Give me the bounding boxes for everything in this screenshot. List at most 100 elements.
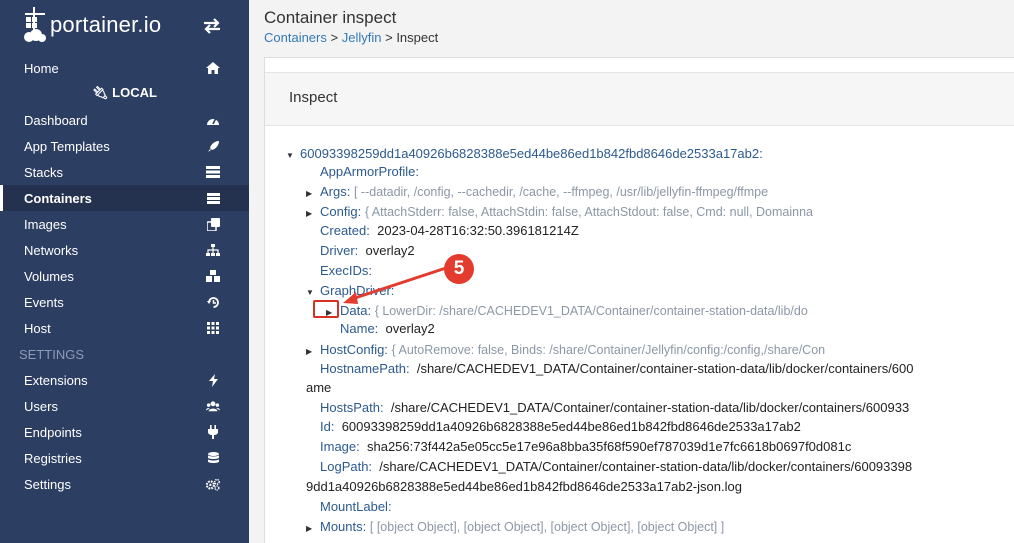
- tree-node-graphdriver[interactable]: ▼ GraphDriver:: [306, 283, 394, 298]
- sidebar-item-events[interactable]: Events: [0, 289, 249, 315]
- tree-node-image: Image: sha256:73f442a5e05cc5e17e96a8bba3…: [320, 439, 851, 454]
- sidebar-item-label: Endpoints: [24, 424, 82, 440]
- cubes-icon: [206, 269, 220, 283]
- tree-preview: [ --datadir, /config, --cachedir, /cache…: [353, 185, 769, 199]
- tree-key: Mounts:: [320, 519, 367, 534]
- sidebar-item-extensions[interactable]: Extensions: [0, 367, 249, 393]
- caret-right-icon[interactable]: ▶: [306, 347, 320, 356]
- tree-node-hostconfig[interactable]: ▶ HostConfig: { AutoRemove: false, Binds:…: [306, 342, 825, 357]
- tree-key: HostConfig:: [320, 342, 388, 357]
- tree-value: 60093398259dd1a40926b6828388e5ed44be86ed…: [341, 419, 801, 434]
- home-icon: [206, 61, 220, 75]
- step-badge: 5: [444, 254, 474, 284]
- tree-key: Data:: [340, 303, 372, 318]
- sidebar-item-containers[interactable]: Containers: [0, 185, 249, 211]
- sidebar-item-settings[interactable]: Settings: [0, 471, 249, 497]
- environment-name: LOCAL: [112, 85, 157, 100]
- caret-right-icon[interactable]: ▶: [306, 209, 320, 218]
- sidebar-item-app-templates[interactable]: App Templates: [0, 133, 249, 159]
- tree-key: Image:: [320, 439, 360, 454]
- tree-value: /share/CACHEDEV1_DATA/Container/containe…: [416, 361, 914, 376]
- sidebar-item-images[interactable]: Images: [0, 211, 249, 237]
- highlight-box: [313, 300, 339, 318]
- tree-key: Args:: [320, 184, 351, 199]
- caret-right-icon[interactable]: ▶: [306, 189, 320, 198]
- sidebar-item-volumes[interactable]: Volumes: [0, 263, 249, 289]
- tree-value: 9dd1a40926b6828388e5ed44be86ed1b842fbd86…: [306, 479, 742, 494]
- caret-right-icon[interactable]: ▶: [306, 524, 320, 533]
- tree-key: AppArmorProfile:: [320, 164, 419, 179]
- tree-node-created: Created: 2023-04-28T16:32:50.396181214Z: [320, 223, 579, 238]
- portainer-logo[interactable]: portainer.io: [22, 4, 161, 46]
- clone-icon: [206, 217, 220, 231]
- tree-key: Driver:: [320, 243, 359, 258]
- sitemap-icon: [206, 243, 220, 257]
- brand-name: portainer.io: [50, 12, 162, 37]
- tree-node-execids: ExecIDs:: [320, 263, 372, 278]
- sidebar-item-label: Dashboard: [24, 112, 88, 128]
- tree-key: MountLabel:: [320, 499, 392, 514]
- tree-preview: { AutoRemove: false, Binds: /share/Conta…: [391, 343, 826, 357]
- history-icon: [206, 295, 220, 309]
- tree-key: 60093398259dd1a40926b6828388e5ed44be86ed…: [300, 146, 763, 161]
- tree-node-mounts[interactable]: ▶ Mounts: [ [object Object], [object Obje…: [306, 519, 724, 534]
- grid-icon: [206, 321, 220, 335]
- sidebar-item-label: Containers: [24, 190, 92, 206]
- portainer-logo-icon: [24, 7, 46, 42]
- tree-preview: [ [object Object], [object Object], [obj…: [369, 520, 725, 534]
- tree-key: GraphDriver:: [320, 283, 395, 298]
- tree-node-hostnamepath: HostnamePath: /share/CACHEDEV1_DATA/Cont…: [320, 361, 914, 376]
- sidebar-item-dashboard[interactable]: Dashboard: [0, 107, 249, 133]
- tree-value-wrap: ame: [306, 380, 331, 395]
- sidebar-item-stacks[interactable]: Stacks: [0, 159, 249, 185]
- tree-node-driver: Driver: overlay2: [320, 243, 415, 258]
- tree-value-wrap: 9dd1a40926b6828388e5ed44be86ed1b842fbd86…: [306, 479, 742, 494]
- sidebar-item-users[interactable]: Users: [0, 393, 249, 419]
- rocket-icon: [206, 139, 220, 153]
- list-icon: [206, 191, 220, 205]
- sidebar-item-label: Stacks: [24, 164, 64, 180]
- sidebar-toggle-icon[interactable]: [202, 17, 222, 35]
- tree-value: /share/CACHEDEV1_DATA/Container/containe…: [390, 400, 910, 415]
- bolt-icon: [206, 373, 220, 387]
- tree-key: Created:: [320, 223, 370, 238]
- database-icon: [206, 451, 220, 465]
- sidebar-item-home[interactable]: Home: [0, 55, 249, 81]
- tree-node-config[interactable]: ▶ Config: { AttachStderr: false, AttachSt…: [306, 204, 813, 219]
- sidebar-item-label: App Templates: [24, 138, 110, 154]
- plug-icon: [206, 425, 220, 439]
- tree-node-hostspath: HostsPath: /share/CACHEDEV1_DATA/Contain…: [320, 400, 909, 415]
- sidebar-item-endpoints[interactable]: Endpoints: [0, 419, 249, 445]
- tree-node-logpath: LogPath: /share/CACHEDEV1_DATA/Container…: [320, 459, 912, 474]
- stack-icon: [206, 165, 220, 179]
- settings-section-header: SETTINGS: [19, 347, 85, 362]
- tree-key: LogPath:: [320, 459, 373, 474]
- tree-node-root[interactable]: ▼ 60093398259dd1a40926b6828388e5ed44be86e…: [286, 146, 763, 161]
- tree-key: Name:: [340, 321, 379, 336]
- sidebar-item-label: Users: [24, 398, 58, 414]
- plug-icon: 🔌︎: [92, 85, 109, 100]
- sidebar: portainer.io Home 🔌︎ LOCAL Dashboard App…: [0, 0, 249, 543]
- tree-node-mountlabel: MountLabel:: [320, 499, 392, 514]
- json-tree: ▼ 60093398259dd1a40926b6828388e5ed44be86e…: [264, 0, 1014, 543]
- sidebar-item-networks[interactable]: Networks: [0, 237, 249, 263]
- tree-preview: { AttachStderr: false, AttachStdin: fals…: [364, 205, 813, 219]
- tree-node-apparmorprofile: AppArmorProfile:: [320, 164, 419, 179]
- caret-down-icon[interactable]: ▼: [306, 288, 320, 297]
- sidebar-item-host[interactable]: Host: [0, 315, 249, 341]
- tree-value: overlay2: [385, 321, 435, 336]
- tree-node-args[interactable]: ▶ Args: [ --datadir, /config, --cachedir,…: [306, 184, 768, 199]
- tree-node-name: Name: overlay2: [340, 321, 435, 336]
- tree-key: ExecIDs:: [320, 263, 373, 278]
- tree-node-data[interactable]: ▶ Data: { LowerDir: /share/CACHEDEV1_DATA…: [326, 303, 808, 318]
- users-icon: [206, 399, 220, 413]
- tree-key: Id:: [320, 419, 335, 434]
- sidebar-item-label: Images: [24, 216, 67, 232]
- cogs-icon: [206, 477, 220, 491]
- caret-down-icon[interactable]: ▼: [286, 151, 300, 160]
- tree-key: HostnamePath:: [320, 361, 410, 376]
- sidebar-item-label: Networks: [24, 242, 79, 258]
- sidebar-item-label: Settings: [24, 476, 71, 492]
- sidebar-item-label: Extensions: [24, 372, 88, 388]
- sidebar-item-registries[interactable]: Registries: [0, 445, 249, 471]
